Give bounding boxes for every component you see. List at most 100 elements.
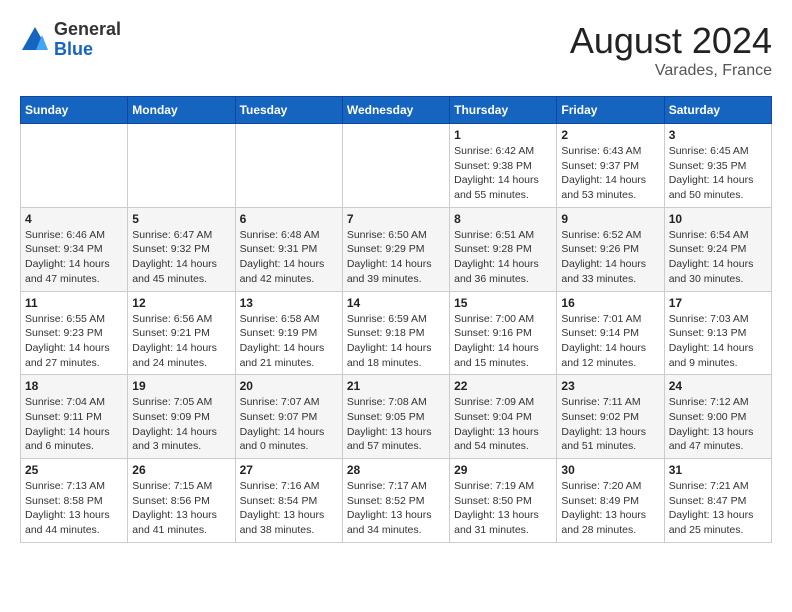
day-info: Sunrise: 6:50 AM Sunset: 9:29 PM Dayligh… (347, 228, 445, 287)
day-number: 12 (132, 296, 230, 310)
day-info: Sunrise: 6:45 AM Sunset: 9:35 PM Dayligh… (669, 144, 767, 203)
calendar-cell: 6Sunrise: 6:48 AM Sunset: 9:31 PM Daylig… (235, 207, 342, 291)
day-info: Sunrise: 6:42 AM Sunset: 9:38 PM Dayligh… (454, 144, 552, 203)
day-info: Sunrise: 6:46 AM Sunset: 9:34 PM Dayligh… (25, 228, 123, 287)
calendar-title: August 2024 (570, 20, 772, 62)
calendar-cell: 31 Sunrise: 7:21 AM Sunset: 8:47 PM Dayli… (664, 459, 771, 543)
week-row-5: 25 Sunrise: 7:13 AM Sunset: 8:58 PM Dayli… (21, 459, 772, 543)
calendar-cell: 2 Sunrise: 6:43 AM Sunset: 9:37 PM Daylig… (557, 124, 664, 208)
day-number: 19 (132, 379, 230, 393)
calendar-cell: 10 Sunrise: 6:54 AM Sunset: 9:24 PM Dayli… (664, 207, 771, 291)
calendar-cell: 7 Sunrise: 6:50 AM Sunset: 9:29 PM Daylig… (342, 207, 449, 291)
calendar-cell: 18Sunrise: 7:04 AM Sunset: 9:11 PM Dayli… (21, 375, 128, 459)
day-number: 5 (132, 212, 230, 226)
calendar-cell: 13Sunrise: 6:58 AM Sunset: 9:19 PM Dayli… (235, 291, 342, 375)
day-info: Sunrise: 6:47 AM Sunset: 9:32 PM Dayligh… (132, 228, 230, 287)
calendar-cell: 16 Sunrise: 7:01 AM Sunset: 9:14 PM Dayli… (557, 291, 664, 375)
day-number: 30 (561, 463, 659, 477)
day-info: Sunrise: 6:52 AM Sunset: 9:26 PM Dayligh… (561, 228, 659, 287)
day-number: 23 (561, 379, 659, 393)
day-number: 3 (669, 128, 767, 142)
day-info: Sunrise: 7:07 AM Sunset: 9:07 PM Dayligh… (240, 395, 338, 454)
day-info: Sunrise: 7:15 AM Sunset: 8:56 PM Dayligh… (132, 479, 230, 538)
calendar-cell (128, 124, 235, 208)
day-number: 7 (347, 212, 445, 226)
day-info: Sunrise: 6:59 AM Sunset: 9:18 PM Dayligh… (347, 312, 445, 371)
calendar-cell: 3 Sunrise: 6:45 AM Sunset: 9:35 PM Daylig… (664, 124, 771, 208)
day-info: Sunrise: 7:20 AM Sunset: 8:49 PM Dayligh… (561, 479, 659, 538)
day-info: Sunrise: 6:54 AM Sunset: 9:24 PM Dayligh… (669, 228, 767, 287)
day-info: Sunrise: 7:13 AM Sunset: 8:58 PM Dayligh… (25, 479, 123, 538)
day-number: 16 (561, 296, 659, 310)
day-number: 8 (454, 212, 552, 226)
day-number: 14 (347, 296, 445, 310)
calendar-cell: 15 Sunrise: 7:00 AM Sunset: 9:16 PM Dayli… (450, 291, 557, 375)
day-info: Sunrise: 7:03 AM Sunset: 9:13 PM Dayligh… (669, 312, 767, 371)
calendar-location: Varades, France (570, 62, 772, 80)
page-header: General Blue August 2024 Varades, France (20, 20, 772, 80)
calendar-cell: 20Sunrise: 7:07 AM Sunset: 9:07 PM Dayli… (235, 375, 342, 459)
week-row-2: 4 Sunrise: 6:46 AM Sunset: 9:34 PM Daylig… (21, 207, 772, 291)
calendar-cell: 9Sunrise: 6:52 AM Sunset: 9:26 PM Daylig… (557, 207, 664, 291)
calendar-cell: 21 Sunrise: 7:08 AM Sunset: 9:05 PM Dayli… (342, 375, 449, 459)
day-info: Sunrise: 7:12 AM Sunset: 9:00 PM Dayligh… (669, 395, 767, 454)
day-number: 4 (25, 212, 123, 226)
calendar-cell: 19 Sunrise: 7:05 AM Sunset: 9:09 PM Dayli… (128, 375, 235, 459)
day-number: 2 (561, 128, 659, 142)
title-block: August 2024 Varades, France (570, 20, 772, 80)
calendar-cell (21, 124, 128, 208)
logo-text: General Blue (54, 20, 121, 60)
day-number: 10 (669, 212, 767, 226)
day-info: Sunrise: 7:21 AM Sunset: 8:47 PM Dayligh… (669, 479, 767, 538)
day-info: Sunrise: 7:19 AM Sunset: 8:50 PM Dayligh… (454, 479, 552, 538)
header-row: SundayMondayTuesdayWednesdayThursdayFrid… (21, 97, 772, 124)
calendar-cell: 17 Sunrise: 7:03 AM Sunset: 9:13 PM Dayli… (664, 291, 771, 375)
calendar-cell: 4 Sunrise: 6:46 AM Sunset: 9:34 PM Daylig… (21, 207, 128, 291)
header-day-sunday: Sunday (21, 97, 128, 124)
day-info: Sunrise: 6:56 AM Sunset: 9:21 PM Dayligh… (132, 312, 230, 371)
calendar-cell: 23Sunrise: 7:11 AM Sunset: 9:02 PM Dayli… (557, 375, 664, 459)
day-number: 24 (669, 379, 767, 393)
week-row-1: 1 Sunrise: 6:42 AM Sunset: 9:38 PM Daylig… (21, 124, 772, 208)
day-number: 29 (454, 463, 552, 477)
week-row-3: 11 Sunrise: 6:55 AM Sunset: 9:23 PM Dayli… (21, 291, 772, 375)
day-number: 28 (347, 463, 445, 477)
calendar-cell: 29 Sunrise: 7:19 AM Sunset: 8:50 PM Dayli… (450, 459, 557, 543)
day-number: 31 (669, 463, 767, 477)
day-number: 25 (25, 463, 123, 477)
day-number: 13 (240, 296, 338, 310)
day-info: Sunrise: 7:16 AM Sunset: 8:54 PM Dayligh… (240, 479, 338, 538)
calendar-cell: 30 Sunrise: 7:20 AM Sunset: 8:49 PM Dayli… (557, 459, 664, 543)
header-day-friday: Friday (557, 97, 664, 124)
day-number: 21 (347, 379, 445, 393)
header-day-wednesday: Wednesday (342, 97, 449, 124)
day-number: 18 (25, 379, 123, 393)
calendar-cell: 28 Sunrise: 7:17 AM Sunset: 8:52 PM Dayli… (342, 459, 449, 543)
day-number: 17 (669, 296, 767, 310)
logo-blue: Blue (54, 40, 121, 60)
logo-icon (20, 25, 50, 55)
calendar-header: SundayMondayTuesdayWednesdayThursdayFrid… (21, 97, 772, 124)
calendar-cell: 25 Sunrise: 7:13 AM Sunset: 8:58 PM Dayli… (21, 459, 128, 543)
day-info: Sunrise: 7:17 AM Sunset: 8:52 PM Dayligh… (347, 479, 445, 538)
calendar-cell: 27Sunrise: 7:16 AM Sunset: 8:54 PM Dayli… (235, 459, 342, 543)
day-info: Sunrise: 6:51 AM Sunset: 9:28 PM Dayligh… (454, 228, 552, 287)
day-number: 1 (454, 128, 552, 142)
day-number: 15 (454, 296, 552, 310)
day-info: Sunrise: 7:00 AM Sunset: 9:16 PM Dayligh… (454, 312, 552, 371)
calendar-body: 1 Sunrise: 6:42 AM Sunset: 9:38 PM Daylig… (21, 124, 772, 543)
logo: General Blue (20, 20, 121, 60)
header-day-monday: Monday (128, 97, 235, 124)
day-info: Sunrise: 6:43 AM Sunset: 9:37 PM Dayligh… (561, 144, 659, 203)
calendar-cell: 26 Sunrise: 7:15 AM Sunset: 8:56 PM Dayli… (128, 459, 235, 543)
day-info: Sunrise: 7:05 AM Sunset: 9:09 PM Dayligh… (132, 395, 230, 454)
day-info: Sunrise: 6:55 AM Sunset: 9:23 PM Dayligh… (25, 312, 123, 371)
day-number: 11 (25, 296, 123, 310)
calendar-cell: 5 Sunrise: 6:47 AM Sunset: 9:32 PM Daylig… (128, 207, 235, 291)
day-info: Sunrise: 7:01 AM Sunset: 9:14 PM Dayligh… (561, 312, 659, 371)
header-day-thursday: Thursday (450, 97, 557, 124)
header-day-tuesday: Tuesday (235, 97, 342, 124)
day-info: Sunrise: 7:08 AM Sunset: 9:05 PM Dayligh… (347, 395, 445, 454)
day-number: 26 (132, 463, 230, 477)
day-info: Sunrise: 6:48 AM Sunset: 9:31 PM Dayligh… (240, 228, 338, 287)
